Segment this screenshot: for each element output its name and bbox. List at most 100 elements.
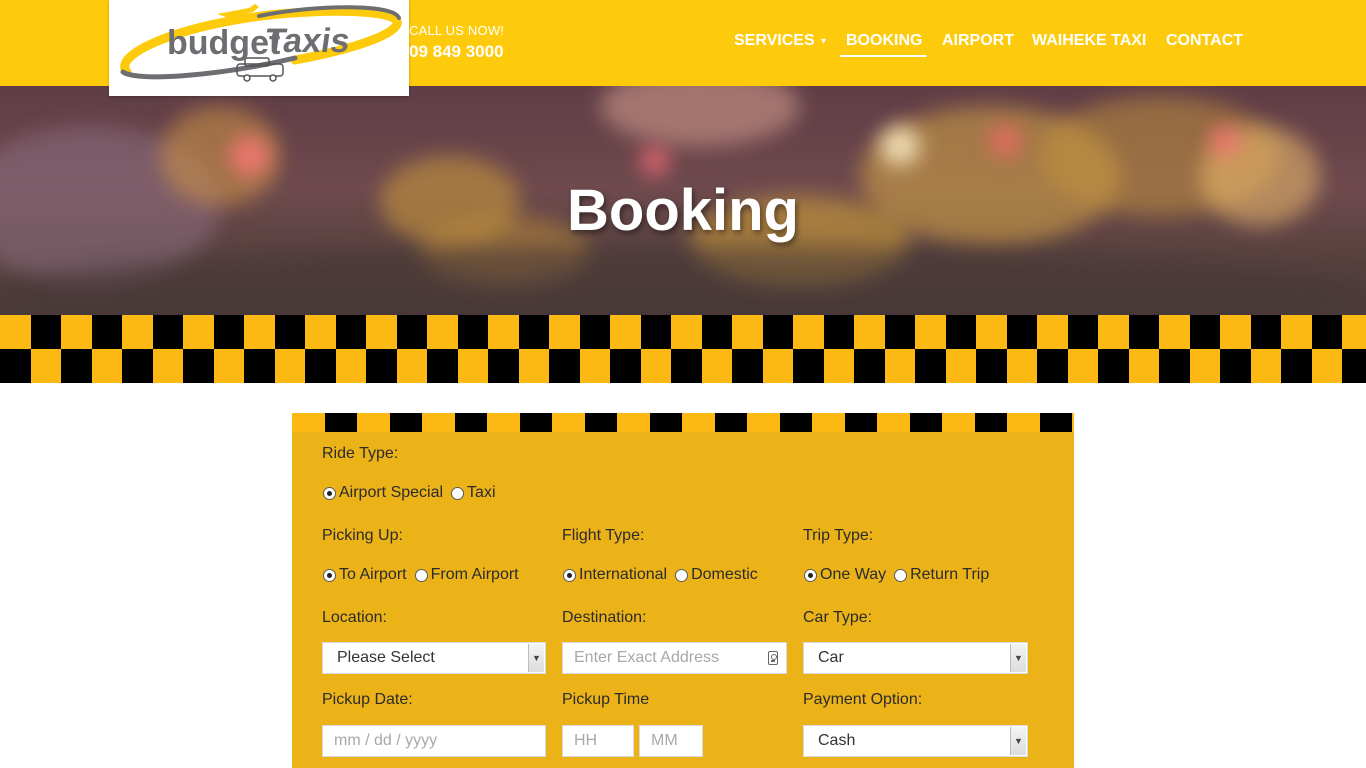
checker-square — [1281, 349, 1312, 383]
nav-waiheke-taxi[interactable]: WAIHEKE TAXI — [1032, 31, 1146, 53]
booking-form: Ride Type: Airport Special Taxi Picking … — [292, 413, 1074, 768]
checker-square — [366, 315, 397, 349]
radio-international[interactable] — [563, 568, 576, 582]
radio-taxi[interactable] — [451, 486, 465, 500]
option-one-way-label[interactable]: One Way — [820, 566, 886, 584]
option-to-airport-label[interactable]: To Airport — [339, 566, 407, 584]
checker-square — [610, 349, 641, 383]
checker-square — [1159, 315, 1190, 349]
checker-square — [396, 349, 427, 383]
checker-square — [1250, 349, 1281, 383]
option-from-airport-label[interactable]: From Airport — [431, 566, 519, 584]
checker-square — [915, 349, 946, 383]
checker-square — [854, 349, 885, 383]
checker-square — [396, 315, 427, 349]
checker-square — [649, 413, 682, 432]
call-us-block: CALL US NOW! 09 849 3000 — [409, 23, 504, 62]
checker-square — [1342, 349, 1366, 383]
location-select[interactable]: Please Select ▼ — [322, 642, 546, 674]
checker-square — [152, 349, 183, 383]
checker-square — [714, 413, 747, 432]
chevron-down-icon[interactable]: ▾ — [821, 36, 826, 47]
option-international-label[interactable]: International — [579, 566, 667, 584]
checker-square — [701, 349, 732, 383]
checker-square — [1220, 315, 1251, 349]
pickup-time-label: Pickup Time — [562, 691, 650, 708]
radio-domestic[interactable] — [675, 568, 689, 582]
pickup-date-placeholder: mm / dd / yyyy — [334, 732, 438, 749]
checker-square — [357, 413, 390, 432]
checker-square — [61, 349, 92, 383]
checker-square — [213, 315, 244, 349]
pickup-minute-input[interactable]: MM — [639, 725, 703, 757]
checker-square — [909, 413, 942, 432]
option-airport-special-label[interactable]: Airport Special — [339, 484, 443, 502]
checker-square — [389, 413, 422, 432]
pickup-date-input[interactable]: mm / dd / yyyy — [322, 725, 546, 757]
nav-airport[interactable]: AIRPORT — [942, 31, 1014, 53]
pickup-minute-placeholder: MM — [651, 732, 678, 749]
radio-airport-special[interactable] — [323, 486, 336, 500]
checker-square — [884, 349, 915, 383]
option-taxi-label[interactable]: Taxi — [467, 484, 495, 502]
checker-square — [518, 349, 549, 383]
checker-square — [945, 349, 976, 383]
checker-square — [976, 315, 1007, 349]
checker-square — [1067, 349, 1098, 383]
checker-square — [812, 413, 845, 432]
checker-square — [915, 315, 946, 349]
checker-square — [1189, 349, 1220, 383]
checker-square — [579, 349, 610, 383]
checker-square — [183, 315, 214, 349]
checker-square — [30, 315, 61, 349]
radio-return-trip[interactable] — [894, 568, 908, 582]
destination-input[interactable]: Enter Exact Address — [562, 642, 787, 674]
checker-square — [213, 349, 244, 383]
payment-option-select[interactable]: Cash ▼ — [803, 725, 1028, 757]
car-type-select[interactable]: Car ▼ — [803, 642, 1028, 674]
trip-type-label: Trip Type: — [803, 527, 874, 544]
radio-to-airport[interactable] — [323, 568, 336, 582]
checker-square — [671, 315, 702, 349]
budget-taxis-logo[interactable]: budget Taxis — [109, 0, 409, 96]
nav-services[interactable]: SERVICES — [734, 31, 815, 53]
checker-square — [1039, 413, 1072, 432]
payment-option-label: Payment Option: — [803, 691, 923, 708]
pickup-hour-placeholder: HH — [574, 732, 598, 749]
ride-type-options: Airport Special Taxi — [323, 484, 496, 502]
car-type-value: Car — [818, 649, 844, 666]
checker-square — [945, 315, 976, 349]
option-domestic-label[interactable]: Domestic — [691, 566, 758, 584]
checker-square — [244, 315, 275, 349]
pickup-hour-input[interactable]: HH — [562, 725, 634, 757]
phone-number[interactable]: 09 849 3000 — [409, 42, 504, 62]
radio-one-way[interactable] — [804, 568, 817, 582]
checker-square — [640, 349, 671, 383]
checker-square — [422, 413, 455, 432]
chevron-down-icon[interactable]: ▼ — [1010, 727, 1026, 755]
checker-square — [1250, 315, 1281, 349]
checker-band — [0, 315, 1366, 383]
site-header: budget Taxis CALL US NOW! 09 849 3000 SE… — [0, 0, 1366, 96]
checker-square — [854, 315, 885, 349]
checker-square — [844, 413, 877, 432]
nav-booking[interactable]: BOOKING — [846, 31, 922, 53]
checker-square — [305, 349, 336, 383]
checker-square — [682, 413, 715, 432]
checker-square — [579, 315, 610, 349]
checker-square — [823, 315, 854, 349]
logo-text-taxis: Taxis — [263, 22, 353, 60]
checker-square — [518, 315, 549, 349]
checker-square — [1311, 315, 1342, 349]
option-return-trip-label[interactable]: Return Trip — [910, 566, 989, 584]
checker-square — [793, 315, 824, 349]
chevron-down-icon[interactable]: ▼ — [528, 644, 544, 672]
checker-square — [617, 413, 650, 432]
checker-square — [779, 413, 812, 432]
hero-banner: Booking — [0, 86, 1366, 315]
checker-square — [488, 315, 519, 349]
radio-from-airport[interactable] — [414, 568, 428, 582]
checker-square — [0, 315, 31, 349]
nav-contact[interactable]: CONTACT — [1166, 31, 1243, 53]
chevron-down-icon[interactable]: ▼ — [1010, 644, 1026, 672]
